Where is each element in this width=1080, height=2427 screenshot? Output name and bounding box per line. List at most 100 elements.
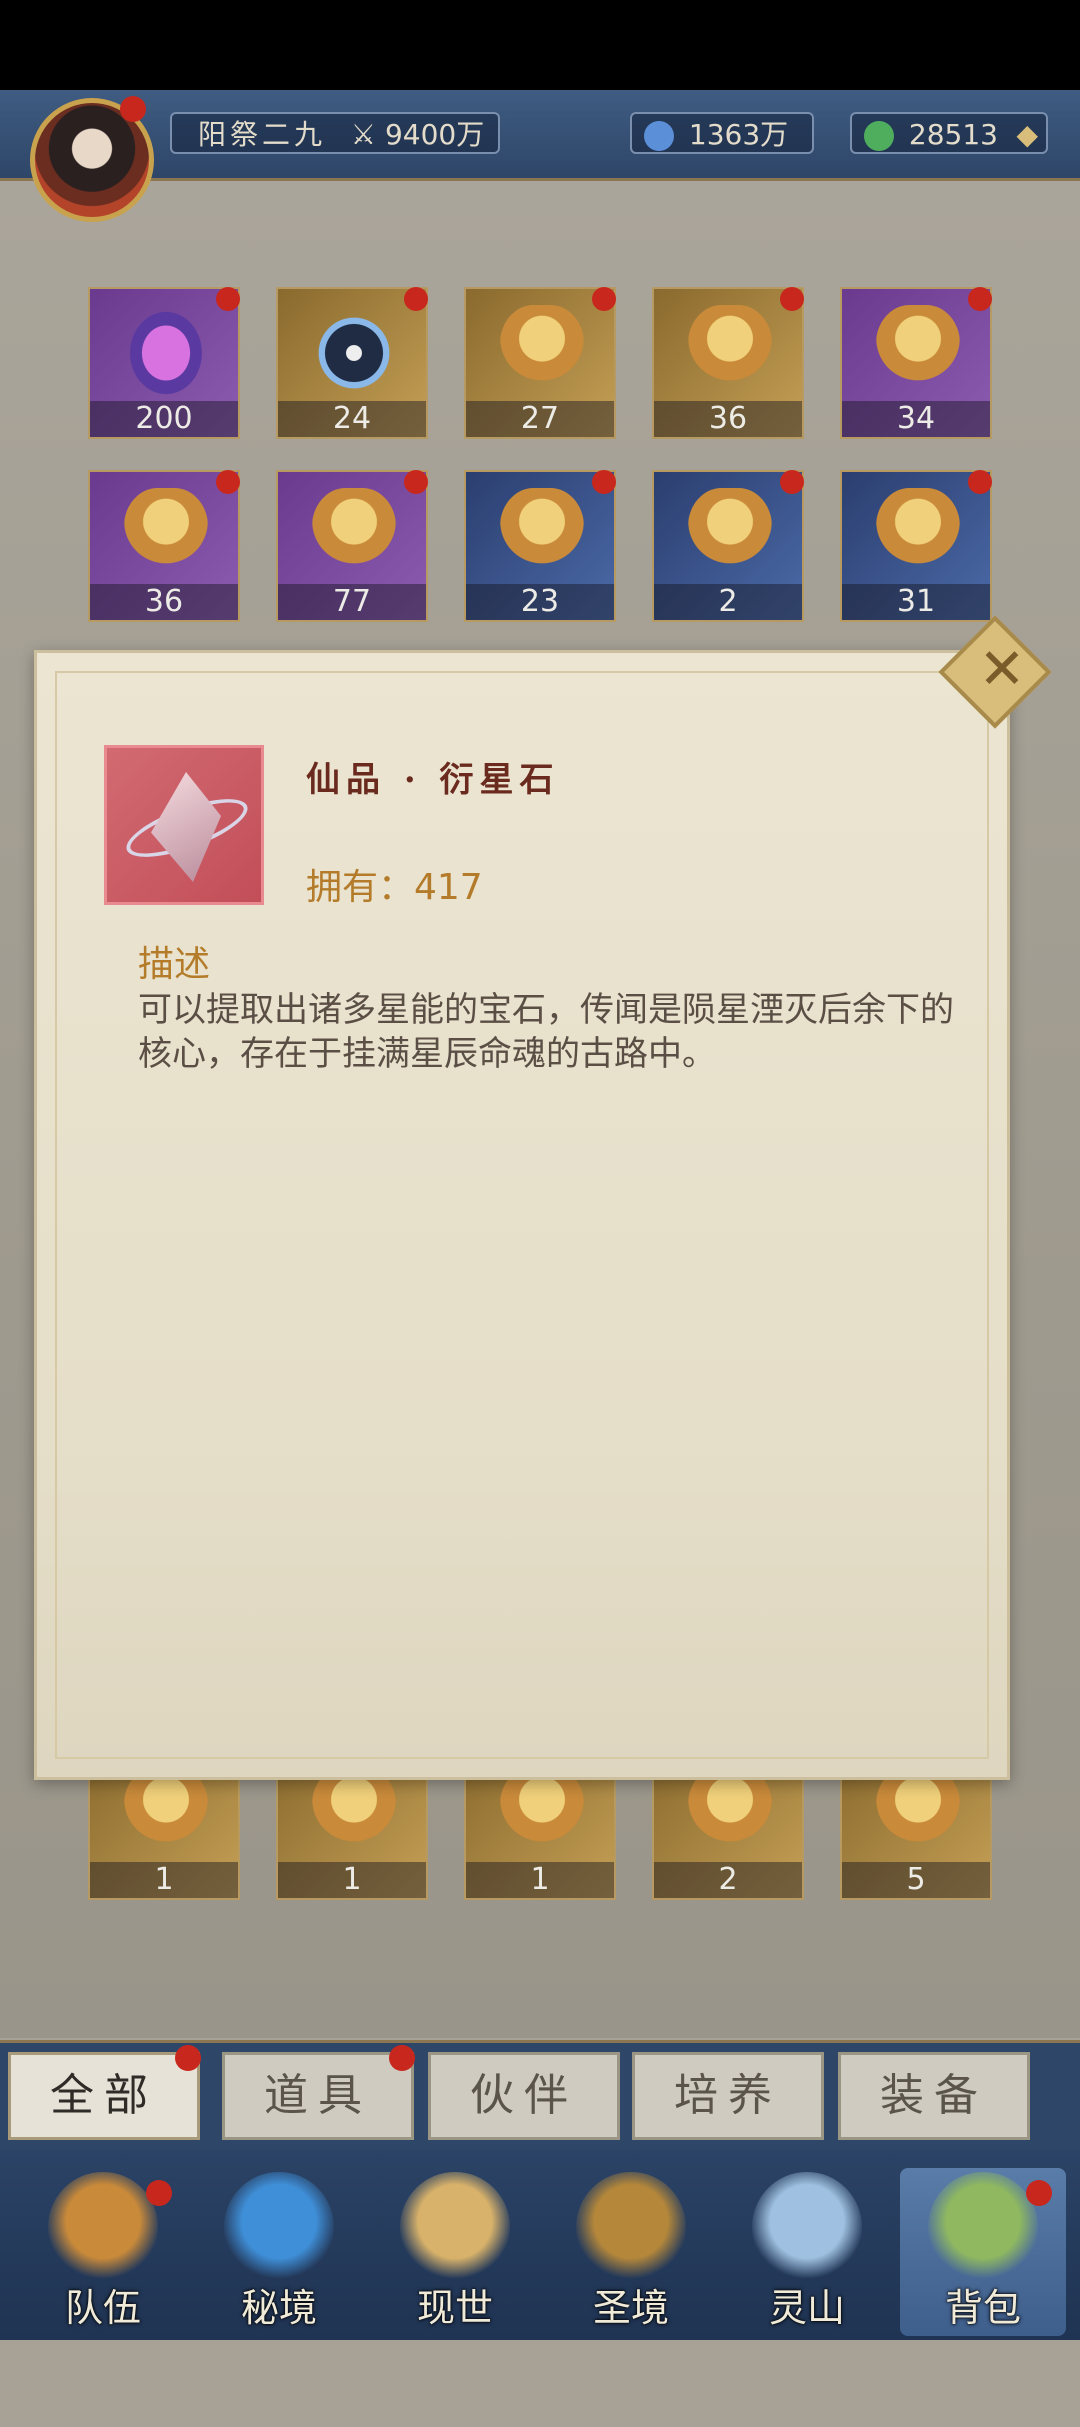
spirit-crystal-icon <box>644 121 674 151</box>
new-item-badge <box>216 470 240 494</box>
new-item-badge <box>592 470 616 494</box>
new-item-badge <box>404 470 428 494</box>
power-icon: ⚔ <box>350 118 377 151</box>
tab-notification-dot <box>389 2045 415 2071</box>
jade-item-icon <box>312 1766 396 1862</box>
slot-quantity: 23 <box>466 584 614 620</box>
inventory-slot[interactable]: 2 <box>652 470 804 622</box>
inventory-slot[interactable]: 77 <box>276 470 428 622</box>
sword-item-icon <box>500 1766 584 1862</box>
item-owned-count: 拥有：417 <box>306 867 483 908</box>
spirit-currency-value: 1363万 <box>688 118 789 151</box>
slot-quantity: 1 <box>466 1862 614 1898</box>
nav-label: 队伍 <box>64 2286 141 2330</box>
pouch-item-icon <box>876 488 960 584</box>
tab-5[interactable]: 装备 <box>838 2052 1030 2140</box>
new-item-badge <box>968 287 992 311</box>
nav-notification-dot <box>146 2180 172 2206</box>
date-power-panel: 阳祭二九 ⚔ 9400万 <box>170 112 500 154</box>
tab-3[interactable]: 伙伴 <box>428 2052 620 2140</box>
new-item-badge <box>780 470 804 494</box>
slot-quantity: 5 <box>842 1862 990 1898</box>
inventory-slot[interactable]: 36 <box>88 470 240 622</box>
inventory-slot[interactable]: 23 <box>464 470 616 622</box>
tab-2[interactable]: 道具 <box>222 2045 415 2140</box>
pouch-item-icon <box>876 305 960 401</box>
nav-label: 灵山 <box>768 2286 845 2330</box>
pouch-item-icon <box>500 488 584 584</box>
item-icon-star-stone <box>104 745 264 905</box>
tab-label: 道具 <box>264 2070 372 2121</box>
pouch-item-icon <box>124 488 208 584</box>
new-item-badge <box>968 470 992 494</box>
bagua-item-icon <box>312 305 396 401</box>
slot-quantity: 36 <box>90 584 238 620</box>
world-icon <box>400 2172 510 2282</box>
slot-quantity: 77 <box>278 584 426 620</box>
new-item-badge <box>592 287 616 311</box>
nav-secret-realm[interactable]: 秘境 <box>196 2168 362 2336</box>
pouch-item-icon <box>312 488 396 584</box>
nav-label: 现世 <box>416 2286 493 2330</box>
nav-spirit-mountain[interactable]: 灵山 <box>724 2168 890 2336</box>
inventory-slot[interactable]: 200 <box>88 287 240 439</box>
slot-quantity: 200 <box>90 401 238 437</box>
slot-quantity: 1 <box>278 1862 426 1898</box>
jade-coin-icon <box>864 121 894 151</box>
inventory-slot[interactable]: 34 <box>840 287 992 439</box>
inventory-slot[interactable]: 36 <box>652 287 804 439</box>
nav-backpack[interactable]: 背包 <box>900 2168 1066 2336</box>
nav-world[interactable]: 现世 <box>372 2168 538 2336</box>
robe-item-icon <box>876 1766 960 1862</box>
tab-label: 培养 <box>674 2070 782 2121</box>
tab-label: 全部 <box>50 2070 158 2121</box>
nav-label: 背包 <box>944 2286 1021 2330</box>
slot-quantity: 31 <box>842 584 990 620</box>
slot-quantity: 1 <box>90 1862 238 1898</box>
power-value: 9400万 <box>384 118 485 151</box>
holy-realm-icon <box>576 2172 686 2282</box>
slot-quantity: 27 <box>466 401 614 437</box>
backpack-icon <box>928 2172 1038 2282</box>
pouch-item-icon <box>688 305 772 401</box>
status-bar <box>0 0 1080 90</box>
new-item-badge <box>780 287 804 311</box>
tab-4[interactable]: 培养 <box>632 2052 824 2140</box>
tab-notification-dot <box>175 2045 201 2071</box>
nav-team[interactable]: 队伍 <box>20 2168 186 2336</box>
slot-quantity: 2 <box>654 584 802 620</box>
tab-label: 装备 <box>880 2070 988 2121</box>
description-title: 描述 <box>138 944 211 985</box>
secret-realm-icon <box>224 2172 334 2282</box>
slot-quantity: 2 <box>654 1862 802 1898</box>
spirit-mountain-icon <box>752 2172 862 2282</box>
date-label: 阳祭二九 <box>198 118 327 151</box>
inventory-slot[interactable]: 24 <box>276 287 428 439</box>
tab-label: 伙伴 <box>470 2070 578 2121</box>
gem-item-icon <box>124 305 208 401</box>
close-icon[interactable]: ✕ <box>972 640 1032 700</box>
tab-1[interactable]: 全部 <box>8 2045 201 2140</box>
item-crystal-art <box>151 772 221 882</box>
new-item-badge <box>216 287 240 311</box>
pouch-item-icon <box>688 488 772 584</box>
item-name: 仙品 · 衍星石 <box>306 760 560 800</box>
slot-quantity: 24 <box>278 401 426 437</box>
new-item-badge <box>404 287 428 311</box>
avatar-notification-dot <box>120 96 146 122</box>
jade-currency[interactable]: 28513 ◆ <box>850 112 1048 154</box>
nav-notification-dot <box>1026 2180 1052 2206</box>
team-icon <box>48 2172 158 2282</box>
nav-label: 秘境 <box>240 2286 317 2330</box>
pouch-item-icon <box>500 305 584 401</box>
robe-item-icon <box>688 1766 772 1862</box>
scroll-item-icon <box>124 1766 208 1862</box>
slot-quantity: 34 <box>842 401 990 437</box>
add-currency-icon[interactable]: ◆ <box>1016 114 1038 156</box>
slot-quantity: 36 <box>654 401 802 437</box>
jade-currency-value: 28513 <box>908 118 998 151</box>
spirit-currency[interactable]: 1363万 <box>630 112 814 154</box>
inventory-slot[interactable]: 27 <box>464 287 616 439</box>
nav-holy-realm[interactable]: 圣境 <box>548 2168 714 2336</box>
inventory-slot[interactable]: 31 <box>840 470 992 622</box>
